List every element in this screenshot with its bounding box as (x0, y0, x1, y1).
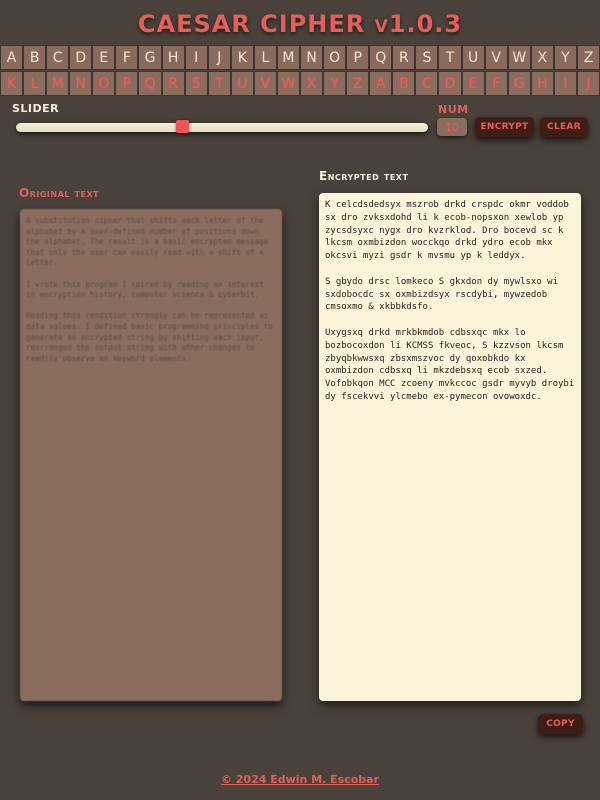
plain-letter-u: U (461, 45, 485, 70)
plain-letter-e: E (92, 45, 116, 70)
shifted-letter-m: M (46, 71, 70, 96)
plain-letter-h: H (161, 45, 185, 70)
original-text-input[interactable]: A substitution cipher that shifts each l… (20, 209, 282, 701)
shifted-letter-q: Q (138, 71, 162, 96)
num-label: NUM (438, 103, 469, 116)
plain-letter-x: X (530, 45, 554, 70)
shifted-letter-x: X (300, 71, 324, 96)
plain-letter-i: I (184, 45, 208, 70)
shifted-letter-v: V (253, 71, 277, 96)
shifted-letter-i: I (553, 71, 577, 96)
encrypt-button[interactable]: ENCRYPT (475, 117, 534, 137)
plain-letter-b: B (23, 45, 47, 70)
plain-letter-v: V (484, 45, 508, 70)
slider-label: SLIDER (12, 102, 60, 115)
shifted-letter-k: K (0, 71, 24, 96)
encrypted-text-output[interactable]: K celcdsdedsyx mszrob drkd crspdc okmr v… (319, 193, 581, 701)
plain-letter-a: A (0, 45, 24, 70)
plain-letter-w: W (507, 45, 531, 70)
shifted-letter-j: J (576, 71, 600, 96)
plain-letter-r: R (392, 45, 416, 70)
plain-letter-t: T (438, 45, 462, 70)
plain-letter-k: K (230, 45, 254, 70)
shifted-letter-y: Y (323, 71, 347, 96)
shifted-letter-u: U (230, 71, 254, 96)
shift-number-input[interactable]: 10 (437, 118, 467, 136)
clear-button[interactable]: CLEAR (540, 117, 588, 137)
app-title: CAESAR CIPHER v1.0.3 (137, 10, 463, 38)
plain-letter-f: F (115, 45, 139, 70)
shifted-letter-d: D (438, 71, 462, 96)
shifted-letter-h: H (530, 71, 554, 96)
shifted-letter-s: S (184, 71, 208, 96)
plain-letter-n: N (300, 45, 324, 70)
shifted-letter-b: B (392, 71, 416, 96)
plain-letter-y: Y (553, 45, 577, 70)
shifted-letter-l: L (23, 71, 47, 96)
footer-credit-link[interactable]: © 2024 Edwin M. Escobar (0, 773, 600, 786)
plain-alphabet-row: ABCDEFGHIJKLMNOPQRSTUVWXYZ (0, 45, 600, 70)
shifted-letter-n: N (69, 71, 93, 96)
shifted-letter-w: W (276, 71, 301, 96)
plain-letter-p: P (346, 45, 370, 70)
shifted-letter-f: F (484, 71, 508, 96)
shifted-letter-e: E (461, 71, 485, 96)
plain-letter-l: L (253, 45, 277, 70)
shift-slider[interactable] (16, 123, 428, 132)
shifted-letter-a: A (369, 71, 393, 96)
shifted-alphabet-row: KLMNOPQRSTUVWXYZABCDEFGHIJ (0, 71, 600, 96)
plain-letter-z: Z (576, 45, 600, 70)
shifted-letter-t: T (207, 71, 231, 96)
plain-letter-g: G (138, 45, 162, 70)
slider-thumb[interactable] (175, 120, 189, 133)
plain-letter-c: C (46, 45, 70, 70)
plain-letter-j: J (207, 45, 231, 70)
plain-letter-q: Q (369, 45, 393, 70)
shifted-letter-g: G (507, 71, 531, 96)
plain-letter-d: D (69, 45, 93, 70)
plain-letter-o: O (323, 45, 347, 70)
shifted-letter-r: R (161, 71, 185, 96)
shifted-letter-c: C (415, 71, 439, 96)
shifted-letter-p: P (115, 71, 139, 96)
shifted-letter-z: Z (346, 71, 370, 96)
original-text-label: Original text (19, 186, 100, 200)
encrypted-text-label: Encrypted text (319, 169, 409, 183)
plain-letter-s: S (415, 45, 439, 70)
copy-button[interactable]: COPY (538, 714, 583, 734)
shifted-letter-o: O (92, 71, 116, 96)
plain-letter-m: M (276, 45, 301, 70)
